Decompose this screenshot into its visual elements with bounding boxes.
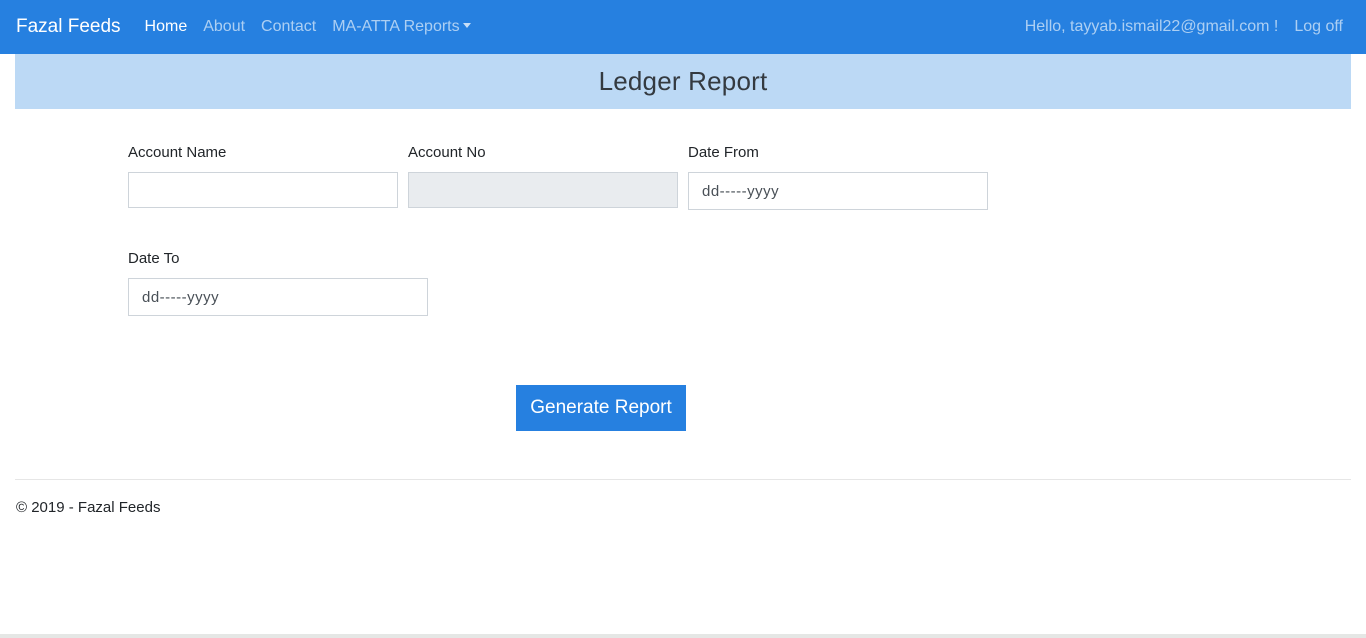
generate-report-button[interactable]: Generate Report [516, 385, 686, 431]
account-no-label: Account No [408, 144, 486, 161]
date-to-input[interactable] [128, 278, 428, 316]
account-no-input [408, 172, 678, 208]
date-from-group: Date From [688, 144, 988, 210]
account-name-group: Account Name [128, 144, 398, 208]
date-from-label: Date From [688, 144, 759, 161]
footer-divider [15, 479, 1351, 480]
nav-reports-dropdown[interactable]: MA-ATTA Reports [332, 18, 471, 36]
nav-contact-link[interactable]: Contact [261, 18, 316, 36]
caret-down-icon [462, 23, 471, 28]
top-navbar: Fazal Feeds Home About Contact MA-ATTA R… [0, 0, 1366, 54]
nav-about-link[interactable]: About [203, 18, 245, 36]
footer-copyright: © 2019 - Fazal Feeds [16, 499, 161, 516]
account-no-group: Account No [408, 144, 678, 208]
account-name-input[interactable] [128, 172, 398, 208]
date-to-group: Date To [128, 250, 428, 316]
nav-reports-label: MA-ATTA Reports [332, 18, 460, 35]
nav-user-area: Hello, tayyab.ismail22@gmail.com ! Log o… [1025, 18, 1350, 36]
logoff-link[interactable]: Log off [1294, 18, 1343, 36]
nav-home-link[interactable]: Home [145, 18, 188, 36]
account-name-label: Account Name [128, 144, 227, 161]
date-from-input[interactable] [688, 172, 988, 210]
title-banner: Ledger Report [15, 54, 1351, 109]
nav-links: Home About Contact MA-ATTA Reports [145, 18, 487, 36]
bottom-strip [0, 634, 1366, 638]
page-title: Ledger Report [598, 66, 768, 96]
date-to-label: Date To [128, 250, 180, 267]
user-greeting-link[interactable]: Hello, tayyab.ismail22@gmail.com ! [1025, 18, 1279, 36]
brand-link[interactable]: Fazal Feeds [16, 16, 121, 38]
